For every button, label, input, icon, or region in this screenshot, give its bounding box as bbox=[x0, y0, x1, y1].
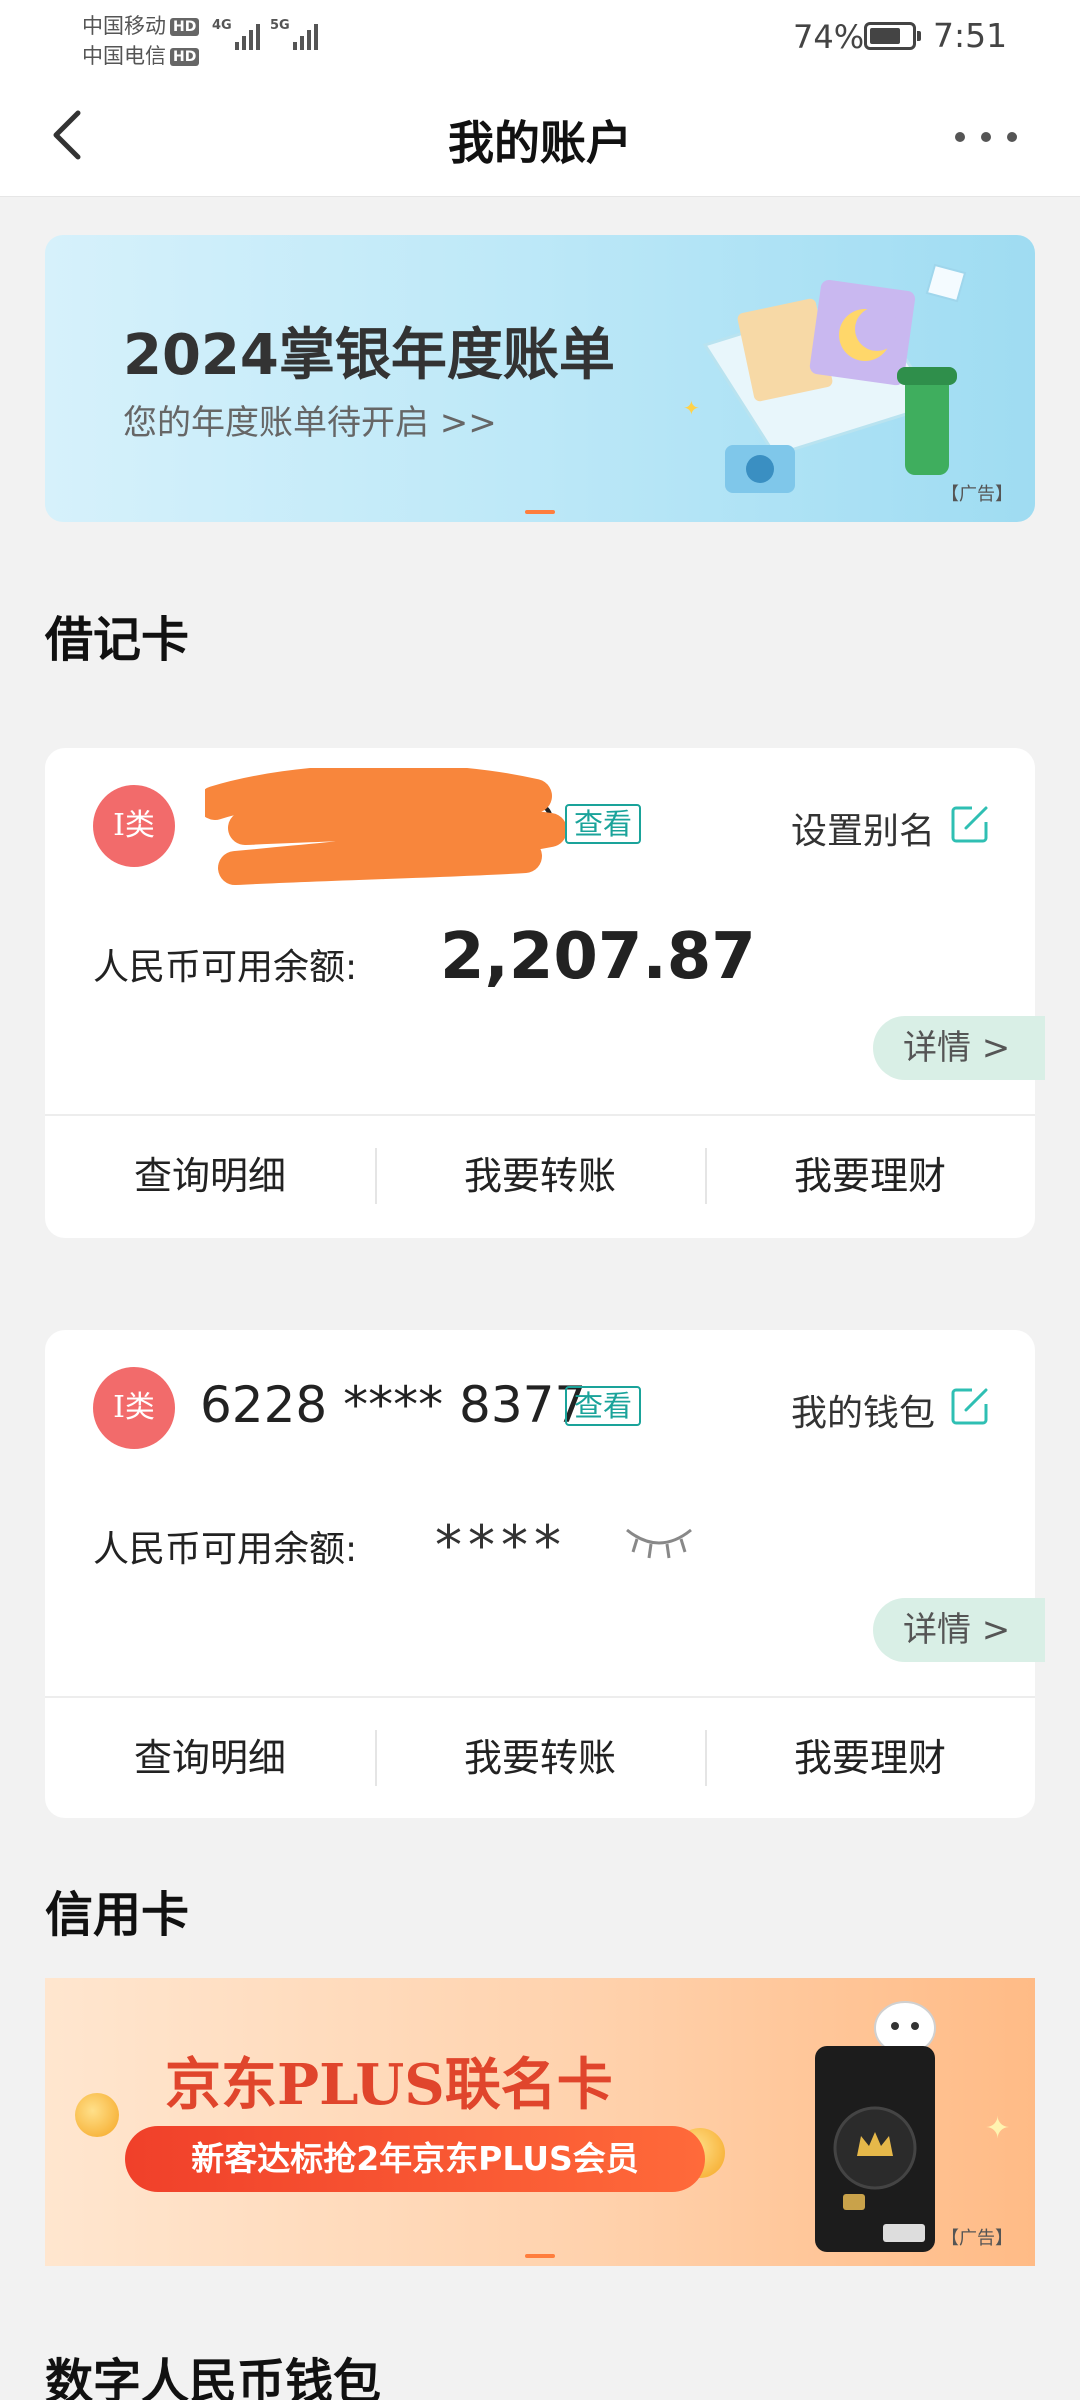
carrier-1: 中国移动 HD bbox=[82, 10, 200, 40]
balance-value: 2,207.87 bbox=[440, 920, 756, 994]
card-type-badge: I类 bbox=[93, 785, 175, 867]
credit-section-title: 信用卡 bbox=[45, 1887, 190, 1943]
debit-card-2: I类 6228 **** 8377 查看 我的钱包 人民币可用余额: **** … bbox=[45, 1330, 1045, 1818]
battery-icon bbox=[864, 22, 921, 50]
clock: 7:51 bbox=[933, 16, 1008, 55]
credit-card-illustration: ✦ bbox=[815, 2001, 1010, 2252]
svg-text:✦: ✦ bbox=[683, 396, 700, 420]
card-actions: 查询明细 我要转账 我要理财 bbox=[45, 1116, 1035, 1236]
debit-card-1: I类 9 查看 设置别名 人民币可用余额: 2,207.87 详情 > 查询明细… bbox=[45, 748, 1045, 1238]
details-button[interactable]: 详情 > bbox=[873, 1016, 1045, 1080]
balance-label: 人民币可用余额: bbox=[93, 947, 358, 988]
transfer-button[interactable]: 我要转账 bbox=[375, 1698, 705, 1818]
carousel-indicator bbox=[525, 510, 555, 514]
carrier-2: 中国电信 HD bbox=[82, 40, 200, 70]
hd-badge-1: HD bbox=[170, 18, 200, 36]
hd-badge-2: HD bbox=[170, 48, 200, 66]
coin-icon bbox=[75, 2093, 119, 2137]
credit-banner-title: 京东PLUS联名卡 bbox=[165, 2052, 613, 2118]
svg-text:✦: ✦ bbox=[985, 2111, 1010, 2146]
carousel-indicator bbox=[525, 2254, 555, 2258]
banner-title: 2024掌银年度账单 bbox=[123, 323, 615, 388]
edit-icon[interactable] bbox=[950, 1386, 990, 1426]
carrier-2-label: 中国电信 bbox=[82, 44, 166, 68]
alias-label[interactable]: 我的钱包 bbox=[791, 1384, 935, 1436]
wealth-button[interactable]: 我要理财 bbox=[705, 1698, 1035, 1818]
digital-rmb-section-title: 数字人民币钱包 bbox=[45, 2354, 382, 2400]
card-type-badge: I类 bbox=[93, 1367, 175, 1449]
battery-percent: 74% bbox=[793, 18, 865, 56]
credit-banner-pill: 新客达标抢2年京东PLUS会员 bbox=[125, 2126, 705, 2192]
set-alias-button[interactable]: 设置别名 bbox=[791, 802, 935, 854]
query-details-button[interactable]: 查询明细 bbox=[45, 1698, 375, 1818]
balance-label: 人民币可用余额: bbox=[93, 1529, 358, 1570]
page-title: 我的账户 bbox=[448, 116, 632, 170]
eye-closed-icon[interactable] bbox=[623, 1522, 695, 1562]
view-card-number-button[interactable]: 查看 bbox=[565, 1386, 642, 1426]
debit-section-title: 借记卡 bbox=[45, 612, 190, 668]
card-actions: 查询明细 我要转账 我要理财 bbox=[45, 1698, 1035, 1818]
more-button[interactable] bbox=[955, 127, 1025, 147]
ad-tag: 【广告】 bbox=[941, 2228, 1013, 2249]
details-button[interactable]: 详情 > bbox=[873, 1598, 1045, 1662]
ad-tag: 【广告】 bbox=[941, 484, 1013, 505]
jd-plus-card-banner[interactable]: 京东PLUS联名卡 新客达标抢2年京东PLUS会员 ✦ 【广告】 bbox=[45, 1978, 1035, 2266]
signal-4g-icon: 4G bbox=[212, 16, 260, 50]
envelope-illustration: ✦ bbox=[683, 263, 967, 493]
more-dots-icon bbox=[955, 132, 965, 142]
annual-bill-banner[interactable]: 2024掌银年度账单 您的年度账单待开启 >> ✦ 【广告】 bbox=[45, 235, 1035, 522]
view-card-number-button[interactable]: 查看 bbox=[565, 804, 642, 844]
transfer-button[interactable]: 我要转账 bbox=[375, 1116, 705, 1236]
signal-5g-icon: 5G bbox=[270, 16, 318, 50]
status-bar: 中国移动 HD 中国电信 HD 4G 5G 74% 7:51 bbox=[0, 0, 1080, 75]
signal-icons: 4G 5G bbox=[212, 16, 318, 50]
banner-subtitle: 您的年度账单待开启 >> bbox=[123, 403, 497, 443]
wealth-button[interactable]: 我要理财 bbox=[705, 1116, 1035, 1236]
net-type-1: 4G bbox=[212, 18, 232, 33]
net-type-2: 5G bbox=[270, 18, 290, 33]
redaction-scribble bbox=[205, 768, 567, 885]
card-number: 6228 **** 8377 bbox=[200, 1376, 587, 1434]
carrier-1-label: 中国移动 bbox=[82, 14, 166, 38]
balance-masked: **** bbox=[435, 1514, 567, 1577]
edit-icon[interactable] bbox=[950, 804, 990, 844]
query-details-button[interactable]: 查询明细 bbox=[45, 1116, 375, 1236]
nav-bar: 我的账户 bbox=[0, 75, 1080, 197]
